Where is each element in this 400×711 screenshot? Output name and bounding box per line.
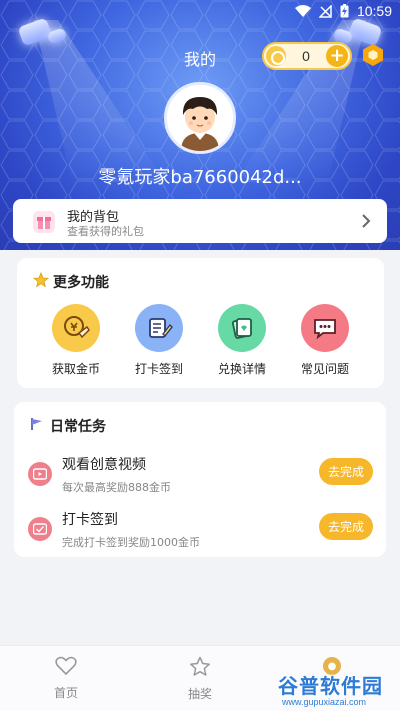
feature-label: 打卡签到 <box>134 362 183 376</box>
more-features-card: 更多功能 获取金币 打卡签到 兑换详情 常见问题 <box>17 258 384 388</box>
video-icon <box>28 462 52 486</box>
battery-charging-icon <box>340 4 349 18</box>
gift-icon <box>33 211 55 233</box>
heart-icon <box>55 656 77 676</box>
status-bar: 10:59 <box>0 0 400 22</box>
watermark-text: 谷普软件园 <box>278 674 383 698</box>
nav-item-home[interactable]: 首页 <box>36 656 96 701</box>
backpack-entry[interactable]: 我的背包 查看获得的礼包 <box>13 199 387 243</box>
exchange-icon <box>218 304 266 352</box>
watermark-logo: 谷普软件园 www.gupuxiazai.com <box>278 668 400 711</box>
star-icon <box>189 656 211 676</box>
feature-get-coins[interactable]: 获取金币 <box>46 304 106 377</box>
feature-label: 兑换详情 <box>217 362 266 376</box>
nav-item-lottery[interactable]: 抽奖 <box>170 656 230 702</box>
task-row: 观看创意视频 每次最高奖励888金币 去完成 <box>14 452 386 502</box>
complete-task-button[interactable]: 去完成 <box>319 513 373 540</box>
sign-in-icon <box>135 304 183 352</box>
chevron-right-icon <box>362 214 371 228</box>
coin-balance-pill[interactable]: 0 + <box>262 42 352 70</box>
task-title: 打卡签到 <box>62 512 118 528</box>
daily-tasks-card: 日常任务 观看创意视频 每次最高奖励888金币 去完成 打卡签到 完成打卡签到奖… <box>14 402 386 557</box>
task-subtitle: 每次最高奖励888金币 <box>62 481 171 494</box>
coin-balance-value: 0 <box>302 48 310 64</box>
star-icon <box>33 272 49 288</box>
nav-label: 首页 <box>53 686 78 700</box>
username: 零氪玩家ba7660042d... <box>98 167 302 188</box>
coin-icon <box>266 46 286 66</box>
more-features-title: 更多功能 <box>53 275 109 291</box>
complete-task-button[interactable]: 去完成 <box>319 458 373 485</box>
avatar[interactable] <box>164 82 236 154</box>
feature-label: 常见问题 <box>300 362 349 376</box>
task-title: 观看创意视频 <box>62 457 146 473</box>
coin-hand-icon <box>52 304 100 352</box>
checkin-icon <box>28 517 52 541</box>
faq-chat-icon <box>301 304 349 352</box>
status-time: 10:59 <box>356 3 392 19</box>
flag-icon <box>31 418 42 430</box>
daily-tasks-title: 日常任务 <box>50 419 106 435</box>
backpack-subtitle: 查看获得的礼包 <box>67 225 144 238</box>
nav-label: 抽奖 <box>187 687 212 701</box>
task-subtitle: 完成打卡签到奖励1000金币 <box>62 536 200 549</box>
task-row: 打卡签到 完成打卡签到奖励1000金币 去完成 <box>14 507 386 557</box>
add-coins-button[interactable]: + <box>325 45 348 67</box>
feature-label: 获取金币 <box>51 362 100 376</box>
feature-sign-in[interactable]: 打卡签到 <box>129 304 189 377</box>
avatar-boy-icon <box>167 85 233 151</box>
feature-faq[interactable]: 常见问题 <box>295 304 355 377</box>
wifi-icon <box>294 4 311 17</box>
no-signal-icon <box>318 4 332 18</box>
feature-exchange-details[interactable]: 兑换详情 <box>212 304 272 377</box>
hexagon-badge-icon[interactable] <box>361 43 385 67</box>
watermark-url: www.gupuxiazai.com <box>282 697 367 707</box>
